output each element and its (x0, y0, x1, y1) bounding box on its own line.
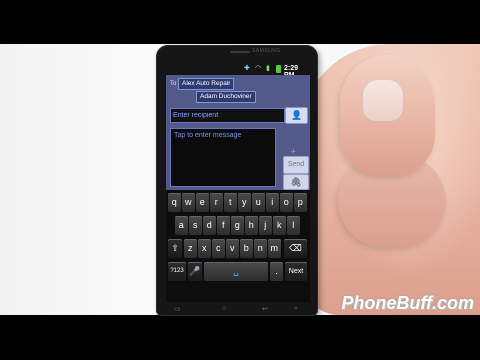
recipient-chip-alex-auto-repair[interactable]: Alex Auto Repair (178, 78, 235, 90)
key-c[interactable]: c (212, 239, 225, 258)
thumbnail (362, 79, 404, 122)
status-bar: ✚ ◠ ▮ 2:29 PM (166, 63, 310, 79)
send-button[interactable]: Send (283, 156, 309, 174)
back-icon[interactable]: ↩ (262, 305, 268, 313)
phone-screen: ✚ ◠ ▮ 2:29 PM To Alex Auto Repair Adam D… (166, 63, 310, 302)
letterbox-top (0, 0, 480, 44)
space-key[interactable]: ␣ (204, 262, 268, 281)
attach-button[interactable]: 🖇 (283, 174, 309, 190)
key-r[interactable]: r (210, 193, 223, 212)
plus-icon: ✚ (244, 65, 250, 72)
key-f[interactable]: f (217, 216, 230, 235)
key-y[interactable]: y (238, 193, 251, 212)
home-icon[interactable]: ⌂ (222, 305, 226, 312)
video-frame: SAMSUNG ✚ ◠ ▮ 2:29 PM To Alex Auto Repai… (0, 0, 480, 360)
key-m[interactable]: m (268, 239, 281, 258)
key-n[interactable]: n (254, 239, 267, 258)
backspace-key[interactable]: ⌫ (284, 239, 307, 258)
shift-key[interactable]: ⇧ (168, 239, 182, 258)
search-icon[interactable]: ⌕ (294, 305, 298, 313)
battery-icon (276, 65, 281, 73)
shift-icon: ⇧ (171, 243, 179, 253)
key-i[interactable]: i (266, 193, 279, 212)
microphone-key[interactable]: 🎤 (188, 262, 202, 281)
contacts-button[interactable]: 👤 (285, 107, 308, 124)
key-k[interactable]: k (273, 216, 286, 235)
key-q[interactable]: q (168, 193, 181, 212)
key-l[interactable]: l (287, 216, 300, 235)
key-o[interactable]: o (280, 193, 293, 212)
key-p[interactable]: p (294, 193, 307, 212)
hardware-nav-row: ▭ ⌂ ↩ ⌕ (166, 305, 310, 313)
space-icon: ␣ (233, 266, 239, 276)
key-z[interactable]: z (184, 239, 197, 258)
recipient-input[interactable] (170, 108, 285, 123)
key-w[interactable]: w (182, 193, 195, 212)
phone-device: SAMSUNG ✚ ◠ ▮ 2:29 PM To Alex Auto Repai… (156, 45, 318, 316)
menu-icon[interactable]: ▭ (174, 305, 181, 313)
phone-brand: SAMSUNG (252, 48, 281, 54)
letterbox-bottom (0, 315, 480, 360)
key-s[interactable]: s (189, 216, 202, 235)
key-d[interactable]: d (203, 216, 216, 235)
compose-panel: To Alex Auto Repair Adam Duchoviner 👤 -/… (166, 75, 310, 190)
speaker-grille (230, 51, 250, 53)
message-input[interactable] (170, 128, 276, 187)
backspace-icon: ⌫ (289, 243, 302, 253)
watermark: PhoneBuff.com (341, 293, 474, 313)
key-a[interactable]: a (175, 216, 188, 235)
message-counter: -/- (291, 149, 296, 155)
key-u[interactable]: u (252, 193, 265, 212)
key-x[interactable]: x (198, 239, 211, 258)
key-g[interactable]: g (231, 216, 244, 235)
key-b[interactable]: b (240, 239, 253, 258)
next-key[interactable]: Next (285, 262, 307, 281)
key-v[interactable]: v (226, 239, 239, 258)
symbols-key[interactable]: ?123 (168, 262, 186, 281)
wifi-icon: ◠ (255, 65, 262, 72)
key-t[interactable]: t (224, 193, 237, 212)
to-label: To (170, 81, 177, 87)
key-h[interactable]: h (245, 216, 258, 235)
contact-icon: 👤 (291, 110, 303, 120)
key-e[interactable]: e (196, 193, 209, 212)
period-key[interactable]: . (270, 262, 283, 281)
keyboard: q w e r t y u i o p a s d f g h j k l ⇧ z x c v b n m ⌫ ?123 🎤 ␣. Next (166, 190, 310, 302)
paperclip-icon: 🖇 (290, 177, 302, 187)
microphone-icon: 🎤 (189, 266, 201, 276)
key-j[interactable]: j (259, 216, 272, 235)
recipient-chip-adam-duchoviner[interactable]: Adam Duchoviner (196, 91, 256, 103)
signal-icon: ▮ (266, 65, 270, 72)
